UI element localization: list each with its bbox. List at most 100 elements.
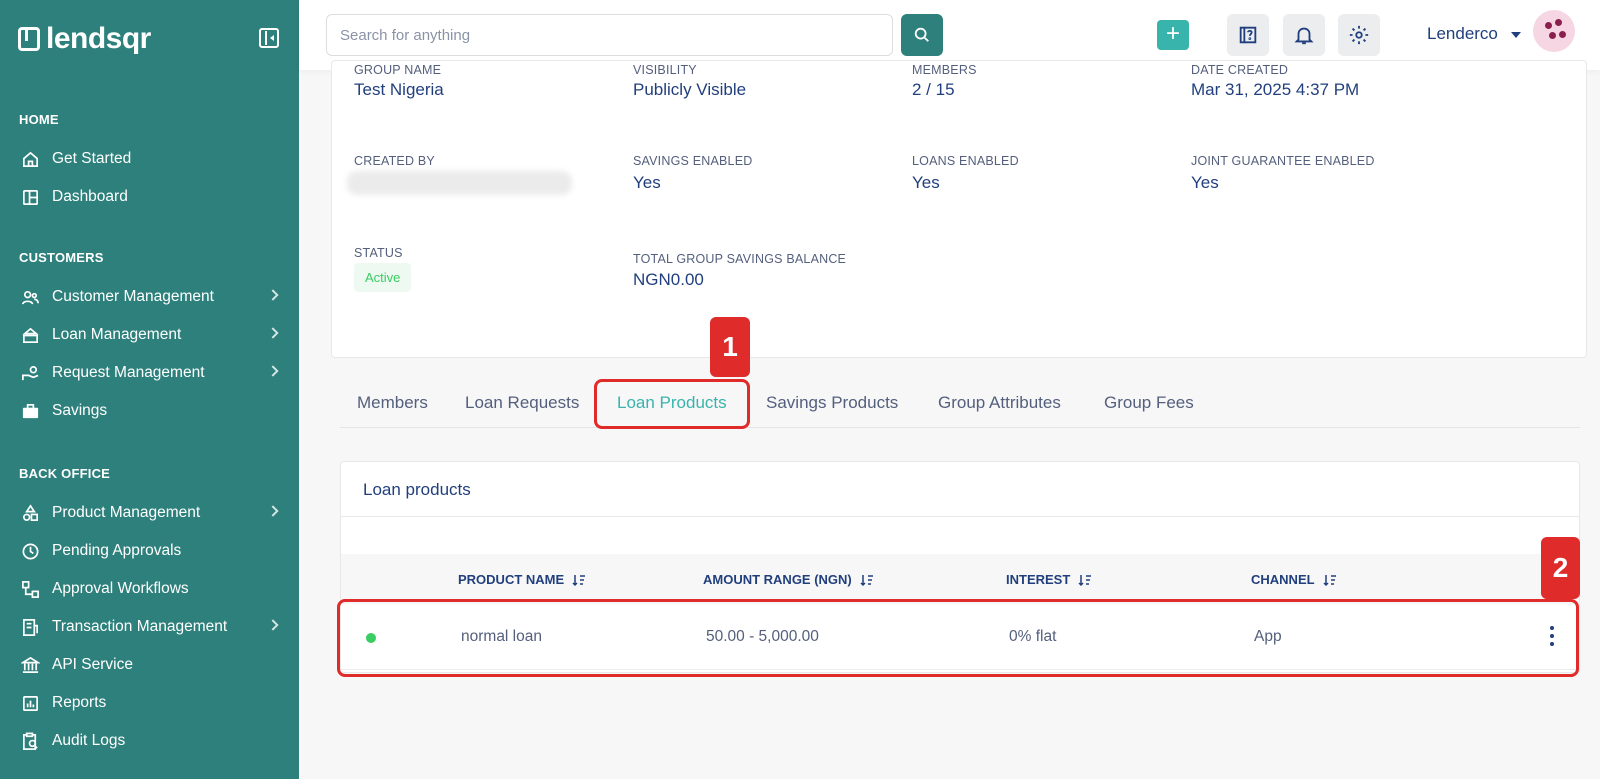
search-icon <box>914 27 929 42</box>
created-by-redacted <box>347 171 572 195</box>
section-title-customers: CUSTOMERS <box>19 250 104 265</box>
request-icon <box>20 363 40 383</box>
loans-enabled-label: LOANS ENABLED <box>912 154 1019 168</box>
group-name-value: Test Nigeria <box>354 80 444 99</box>
annotation-marker-2: 2 <box>1541 537 1580 599</box>
search-input[interactable] <box>326 14 893 56</box>
chevron-right-icon <box>267 365 279 377</box>
sidebar-item-label: Savings <box>52 402 108 419</box>
sidebar-item-label: Pending Approvals <box>52 542 182 559</box>
sidebar-item-get-started[interactable]: Get Started <box>0 142 299 176</box>
sidebar: lendsqr HOME Get Started Dashboard CUSTO… <box>0 0 299 779</box>
sidebar-item-audit-logs[interactable]: Audit Logs <box>0 724 299 758</box>
column-header-product-name[interactable]: PRODUCT NAME <box>458 572 586 587</box>
column-header-label: PRODUCT NAME <box>458 572 565 587</box>
sidebar-collapse-icon[interactable] <box>259 28 279 48</box>
date-created-label: DATE CREATED <box>1191 63 1289 77</box>
section-title-home: HOME <box>19 112 59 127</box>
column-header-interest[interactable]: INTEREST <box>1006 572 1092 587</box>
group-tabs: Members Loan Requests Loan Products Savi… <box>340 378 1580 428</box>
highlight-loan-product-row <box>337 599 1579 677</box>
tab-members[interactable]: Members <box>357 378 428 428</box>
help-button[interactable] <box>1227 14 1269 56</box>
sidebar-item-product-management[interactable]: Product Management <box>0 496 299 530</box>
sidebar-item-label: Dashboard <box>52 188 128 205</box>
highlight-loan-products-tab <box>594 379 750 429</box>
sidebar-item-label: Approval Workflows <box>52 580 189 597</box>
total-savings-value: NGN0.00 <box>633 270 704 289</box>
sidebar-item-customer-management[interactable]: Customer Management <box>0 280 299 314</box>
tab-loan-requests[interactable]: Loan Requests <box>465 378 579 428</box>
visibility-value: Publicly Visible <box>633 80 747 99</box>
sort-icon <box>860 574 873 586</box>
brand-logo[interactable]: lendsqr <box>18 22 151 56</box>
avatar[interactable] <box>1533 10 1575 52</box>
joint-guarantee-label: JOINT GUARANTEE ENABLED <box>1191 154 1375 168</box>
sidebar-item-label: API Service <box>52 656 133 673</box>
sidebar-item-approval-workflows[interactable]: Approval Workflows <box>0 572 299 606</box>
group-name-label: GROUP NAME <box>354 63 442 77</box>
workflow-icon <box>20 579 40 599</box>
add-button[interactable]: + <box>1157 20 1189 50</box>
sidebar-item-request-management[interactable]: Request Management <box>0 356 299 390</box>
caret-down-icon[interactable] <box>1511 32 1521 38</box>
loan-icon <box>20 325 40 345</box>
annotation-marker-1: 1 <box>710 317 750 377</box>
chevron-right-icon <box>267 327 279 339</box>
sidebar-item-label: Product Management <box>52 504 201 521</box>
column-header-label: INTEREST <box>1006 572 1071 587</box>
date-created-value: Mar 31, 2025 4:37 PM <box>1191 80 1360 99</box>
clock-icon <box>20 541 40 561</box>
joint-guarantee-value: Yes <box>1191 173 1219 192</box>
sidebar-item-pending-approvals[interactable]: Pending Approvals <box>0 534 299 568</box>
chevron-right-icon <box>267 289 279 301</box>
logo-mark-icon <box>18 27 40 51</box>
sidebar-item-reports[interactable]: Reports <box>0 686 299 720</box>
column-header-channel[interactable]: CHANNEL <box>1251 572 1337 587</box>
visibility-label: VISIBILITY <box>633 63 697 77</box>
sort-icon <box>1078 574 1092 586</box>
total-savings-label: TOTAL GROUP SAVINGS BALANCE <box>633 252 847 266</box>
section-title-back-office: BACK OFFICE <box>19 466 111 481</box>
clipboard-search-icon <box>20 731 40 751</box>
sidebar-item-transaction-management[interactable]: Transaction Management <box>0 610 299 644</box>
savings-enabled-value: Yes <box>633 173 661 192</box>
status-badge: Active <box>354 263 412 292</box>
sidebar-item-loan-management[interactable]: Loan Management <box>0 318 299 352</box>
members-value: 2 / 15 <box>912 80 955 99</box>
column-header-label: AMOUNT RANGE (NGN) <box>703 572 852 587</box>
group-info-card: GROUP NAME Test Nigeria VISIBILITY Publi… <box>331 60 1587 358</box>
sidebar-item-label: Customer Management <box>52 288 214 305</box>
chevron-right-icon <box>267 505 279 517</box>
sidebar-item-savings[interactable]: Savings <box>0 394 299 428</box>
user-menu-name[interactable]: Lenderco <box>1427 24 1498 44</box>
search-button[interactable] <box>901 14 943 56</box>
product-icon <box>20 503 40 523</box>
sidebar-item-label: Transaction Management <box>52 618 228 635</box>
tab-savings-products[interactable]: Savings Products <box>766 378 898 428</box>
card-divider <box>341 516 1579 517</box>
notifications-button[interactable] <box>1283 14 1325 56</box>
sidebar-item-dashboard[interactable]: Dashboard <box>0 180 299 214</box>
sidebar-item-label: Audit Logs <box>52 732 126 749</box>
tab-group-attributes[interactable]: Group Attributes <box>938 378 1061 428</box>
sidebar-item-api-service[interactable]: API Service <box>0 648 299 682</box>
report-icon <box>20 693 40 713</box>
settings-button[interactable] <box>1338 14 1380 56</box>
loans-enabled-value: Yes <box>912 173 940 192</box>
sidebar-item-label: Loan Management <box>52 326 182 343</box>
sort-icon <box>572 574 586 586</box>
sidebar-item-label: Request Management <box>52 364 205 381</box>
transaction-icon <box>20 617 40 637</box>
brand-name: lendsqr <box>46 22 151 55</box>
tab-group-fees[interactable]: Group Fees <box>1104 378 1194 428</box>
members-label: MEMBERS <box>912 63 977 77</box>
help-book-icon <box>1239 26 1257 44</box>
created-by-label: CREATED BY <box>354 154 435 168</box>
column-header-amount-range[interactable]: AMOUNT RANGE (NGN) <box>703 572 874 587</box>
table-header: PRODUCT NAME AMOUNT RANGE (NGN) INTEREST… <box>341 554 1579 604</box>
status-label: STATUS <box>354 246 403 260</box>
column-header-label: CHANNEL <box>1251 572 1315 587</box>
savings-enabled-label: SAVINGS ENABLED <box>633 154 753 168</box>
bell-icon <box>1294 27 1314 45</box>
